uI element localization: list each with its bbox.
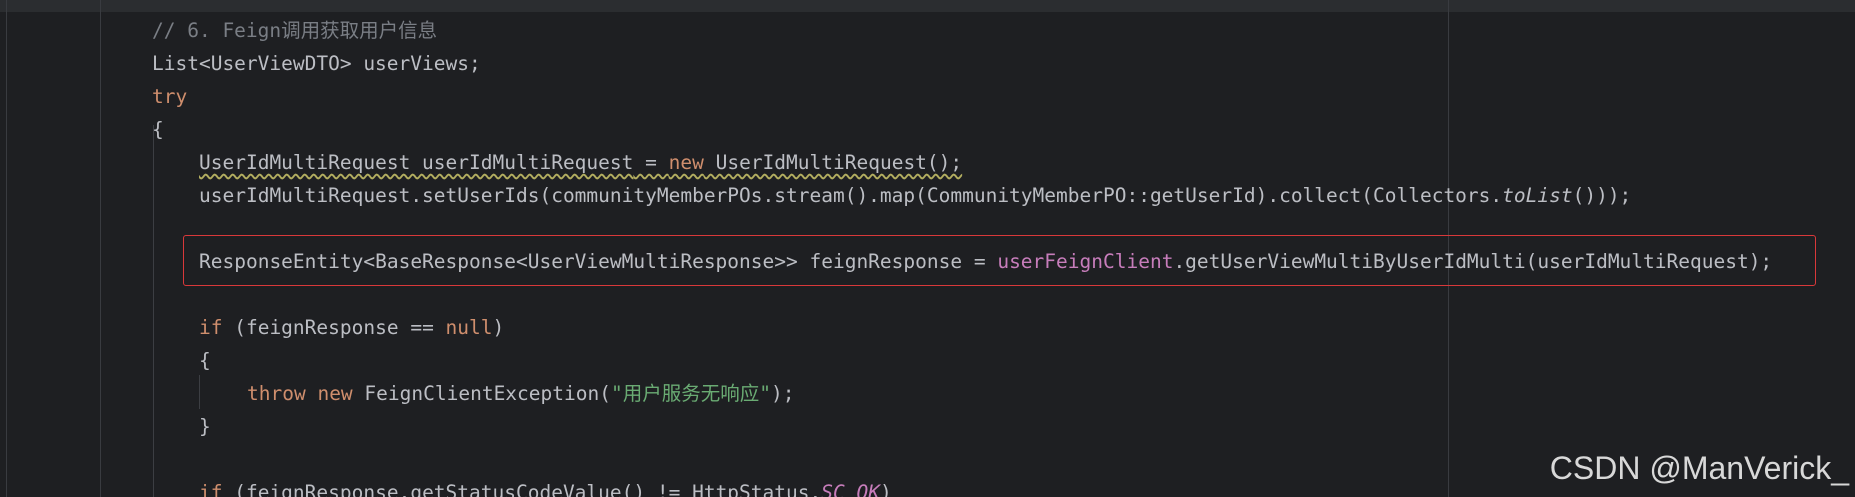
code-comment: // 6. Feign调用获取用户信息: [152, 19, 438, 42]
code-line-throw[interactable]: throw new FeignClientException("用户服务无响应"…: [247, 379, 794, 409]
code-editor[interactable]: // 6. Feign调用获取用户信息 List<UserViewDTO> us…: [0, 0, 1855, 497]
code-type-and-var: UserIdMultiRequest userIdMultiRequest: [199, 151, 634, 174]
keyword-null: null: [445, 316, 493, 339]
code-brace: {: [199, 349, 211, 372]
code-text: ()));: [1572, 184, 1632, 207]
code-line-open-brace[interactable]: {: [152, 115, 164, 145]
code-text: ): [492, 316, 505, 339]
code-line-set-user-ids[interactable]: userIdMultiRequest.setUserIds(communityM…: [199, 181, 1631, 211]
watermark-text: CSDN @ManVerick_: [1549, 450, 1849, 486]
keyword-if: if: [199, 316, 223, 339]
code-field: userFeignClient: [997, 250, 1174, 273]
indent-guide-try-block: [153, 125, 154, 497]
code-text: (feignResponse.getStatusCodeValue() != H…: [222, 481, 822, 497]
code-line-open-brace[interactable]: {: [199, 346, 211, 376]
code-string: "用户服务无响应": [610, 382, 771, 405]
code-static-method: toList: [1502, 184, 1573, 207]
code-line-comment[interactable]: // 6. Feign调用获取用户信息: [152, 16, 437, 46]
keyword-throw: throw: [247, 382, 306, 405]
gutter-separator: [6, 0, 7, 497]
code-text: ResponseEntity<BaseResponse<UserViewMult…: [199, 250, 998, 273]
code-line-feign-call[interactable]: ResponseEntity<BaseResponse<UserViewMult…: [199, 247, 1772, 277]
fold-gutter-separator: [100, 0, 101, 497]
code-line-close-brace[interactable]: }: [199, 412, 211, 442]
editor-top-strip: [0, 0, 1855, 12]
keyword-new: new: [317, 382, 353, 405]
code-brace: {: [152, 118, 164, 141]
code-assign: =: [633, 151, 669, 174]
code-constructor: UserIdMultiRequest();: [703, 151, 963, 174]
code-text: (feignResponse ==: [222, 316, 446, 339]
keyword-if: if: [199, 481, 223, 497]
code-text: userIdMultiRequest.setUserIds(communityM…: [199, 184, 1503, 207]
code-text: ): [879, 481, 892, 497]
keyword-try: try: [152, 85, 188, 108]
code-constant: SC_OK: [821, 481, 880, 497]
indent-guide-if-block: [199, 375, 200, 409]
code-text: .getUserViewMultiByUserIdMulti(userIdMul…: [1173, 250, 1773, 273]
code-text: FeignClientException(: [352, 382, 611, 405]
code-line-declaration[interactable]: List<UserViewDTO> userViews;: [152, 49, 481, 79]
code-brace: }: [199, 415, 211, 438]
keyword-new: new: [668, 151, 704, 174]
code-line-request-init[interactable]: UserIdMultiRequest userIdMultiRequest = …: [199, 148, 962, 178]
code-text: );: [770, 382, 795, 405]
code-declaration-warning: UserIdMultiRequest userIdMultiRequest = …: [199, 151, 962, 174]
code-line-try[interactable]: try: [152, 82, 187, 112]
code-text: List<UserViewDTO> userViews;: [152, 52, 481, 75]
code-line-if-null[interactable]: if (feignResponse == null): [199, 313, 504, 343]
code-line-status-check[interactable]: if (feignResponse.getStatusCodeValue() !…: [199, 478, 892, 497]
